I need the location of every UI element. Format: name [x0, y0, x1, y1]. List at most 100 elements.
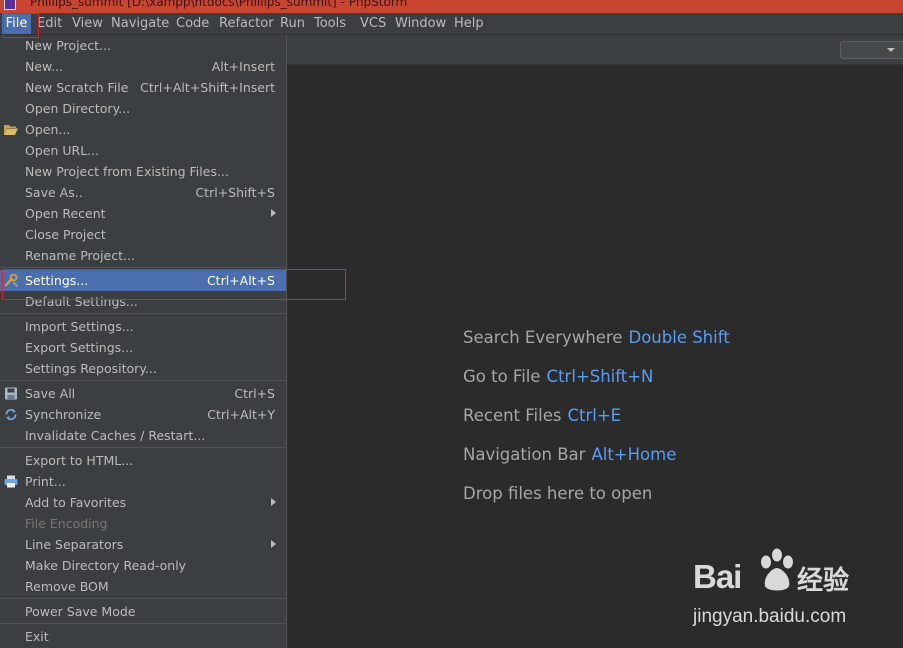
menu-item-shortcut: Ctrl+Shift+S	[195, 185, 275, 200]
menu-item-label: Open Directory...	[25, 101, 131, 116]
menu-item-make-read-only[interactable]: Make Directory Read-only	[0, 555, 286, 576]
menu-item-label: New...	[25, 59, 64, 74]
menu-item-remove-bom[interactable]: Remove BOM	[0, 576, 286, 597]
menu-code[interactable]: Code	[176, 13, 209, 34]
printer-icon	[4, 475, 18, 488]
menu-file[interactable]: File	[2, 13, 31, 34]
menu-item-line-separators[interactable]: Line Separators	[0, 534, 286, 555]
menu-separator	[0, 380, 286, 381]
hint-label: Navigation Bar	[463, 445, 586, 464]
menu-item-label: Export to HTML...	[25, 453, 134, 468]
menu-item-label: New Project...	[25, 38, 111, 53]
toolbar	[287, 35, 903, 65]
menu-item-exit[interactable]: Exit	[0, 626, 286, 647]
hint-shortcut: Ctrl+E	[567, 406, 622, 425]
menu-item-label: Save As..	[25, 185, 83, 200]
menu-item-label: Remove BOM	[25, 579, 109, 594]
menu-item-invalidate-caches[interactable]: Invalidate Caches / Restart...	[0, 425, 286, 446]
menu-item-label: Settings...	[25, 273, 89, 288]
hint-go-to-file: Go to File Ctrl+Shift+N	[463, 367, 653, 386]
baidu-paw-icon	[761, 548, 793, 591]
chevron-right-icon	[271, 540, 276, 548]
menu-navigate[interactable]: Navigate	[111, 13, 169, 34]
hint-shortcut: Ctrl+Shift+N	[546, 367, 654, 386]
menu-window[interactable]: Window	[395, 13, 446, 34]
menu-help[interactable]: Help	[454, 13, 484, 34]
menu-item-label: Synchronize	[25, 407, 102, 422]
menu-item-save-all[interactable]: Save All Ctrl+S	[0, 383, 286, 404]
menu-item-label: Line Separators	[25, 537, 124, 552]
menu-item-export-html[interactable]: Export to HTML...	[0, 450, 286, 471]
menu-item-new[interactable]: New... Alt+Insert	[0, 56, 286, 77]
menu-item-synchronize[interactable]: Synchronize Ctrl+Alt+Y	[0, 404, 286, 425]
menu-item-new-project[interactable]: New Project...	[0, 35, 286, 56]
menu-item-label: Open Recent	[25, 206, 106, 221]
menu-item-rename-project[interactable]: Rename Project...	[0, 245, 286, 266]
hint-label: Go to File	[463, 367, 541, 386]
menu-item-shortcut: Ctrl+S	[234, 386, 275, 401]
hint-label: Drop files here to open	[463, 484, 653, 503]
run-configuration-combo[interactable]	[840, 41, 903, 59]
menu-item-label: Make Directory Read-only	[25, 558, 187, 573]
menu-item-label: Print...	[25, 474, 66, 489]
menu-item-close-project[interactable]: Close Project	[0, 224, 286, 245]
hint-drop-files: Drop files here to open	[463, 484, 652, 503]
menu-item-save-as[interactable]: Save As.. Ctrl+Shift+S	[0, 182, 286, 203]
menu-item-label: Open URL...	[25, 143, 100, 158]
window-title: Phillips_summit [D:\xampp\htdocs\Phillip…	[30, 0, 408, 9]
menu-separator	[0, 623, 286, 624]
menu-item-add-to-favorites[interactable]: Add to Favorites	[0, 492, 286, 513]
menu-separator	[0, 447, 286, 448]
wrench-settings-icon	[4, 274, 18, 287]
menu-item-label: New Project from Existing Files...	[25, 164, 229, 179]
menu-item-open-directory[interactable]: Open Directory...	[0, 98, 286, 119]
menu-item-open-url[interactable]: Open URL...	[0, 140, 286, 161]
menu-tools[interactable]: Tools	[314, 13, 346, 34]
menu-run[interactable]: Run	[280, 13, 305, 34]
sync-icon	[5, 408, 17, 421]
menu-item-label: Import Settings...	[25, 319, 134, 334]
menu-item-open-recent[interactable]: Open Recent	[0, 203, 286, 224]
chevron-right-icon	[271, 209, 276, 217]
menu-item-label: File Encoding	[25, 516, 108, 531]
menu-item-shortcut: Ctrl+Alt+Y	[207, 407, 275, 422]
menu-item-label: Open...	[25, 122, 71, 137]
menu-item-settings-repository[interactable]: Settings Repository...	[0, 358, 286, 379]
chevron-down-icon	[887, 48, 895, 52]
menu-item-import-settings[interactable]: Import Settings...	[0, 316, 286, 337]
menu-edit[interactable]: Edit	[37, 13, 62, 34]
save-all-icon	[5, 387, 17, 400]
menu-item-power-save-mode[interactable]: Power Save Mode	[0, 601, 286, 622]
menu-separator	[0, 267, 286, 268]
menu-item-shortcut: Ctrl+Alt+Shift+Insert	[140, 80, 275, 95]
hint-shortcut: Alt+Home	[591, 445, 677, 464]
menu-item-label: Export Settings...	[25, 340, 134, 355]
menu-view[interactable]: View	[72, 13, 103, 34]
menu-item-print[interactable]: Print...	[0, 471, 286, 492]
menu-item-new-from-existing[interactable]: New Project from Existing Files...	[0, 161, 286, 182]
hint-shortcut: Double Shift	[628, 328, 730, 347]
title-bar: Phillips_summit [D:\xampp\htdocs\Phillip…	[0, 0, 903, 13]
watermark-jingyan-text: 经验	[797, 566, 850, 596]
menu-item-settings[interactable]: Settings... Ctrl+Alt+S	[0, 270, 286, 291]
menu-item-open[interactable]: Open...	[0, 119, 286, 140]
hint-search-everywhere: Search Everywhere Double Shift	[463, 328, 730, 347]
menu-bar: File Edit View Navigate Code Refactor Ru…	[0, 13, 903, 35]
hint-label: Recent Files	[463, 406, 562, 425]
menu-item-new-scratch-file[interactable]: New Scratch File Ctrl+Alt+Shift+Insert	[0, 77, 286, 98]
menu-item-label: Save All	[25, 386, 76, 401]
menu-item-file-encoding: File Encoding	[0, 513, 286, 534]
hint-navigation-bar: Navigation Bar Alt+Home	[463, 445, 676, 464]
file-menu-dropdown: New Project... New... Alt+Insert New Scr…	[0, 35, 287, 648]
hint-recent-files: Recent Files Ctrl+E	[463, 406, 621, 425]
menu-refactor[interactable]: Refactor	[219, 13, 274, 34]
menu-vcs[interactable]: VCS	[360, 13, 386, 34]
menu-item-label: Settings Repository...	[25, 361, 157, 376]
menu-item-label: Add to Favorites	[25, 495, 127, 510]
menu-item-label: Exit	[25, 629, 49, 644]
menu-item-default-settings[interactable]: Default Settings...	[0, 291, 286, 312]
menu-item-label: Invalidate Caches / Restart...	[25, 428, 206, 443]
phpstorm-app-icon	[4, 0, 16, 10]
menu-item-export-settings[interactable]: Export Settings...	[0, 337, 286, 358]
menu-separator	[0, 598, 286, 599]
